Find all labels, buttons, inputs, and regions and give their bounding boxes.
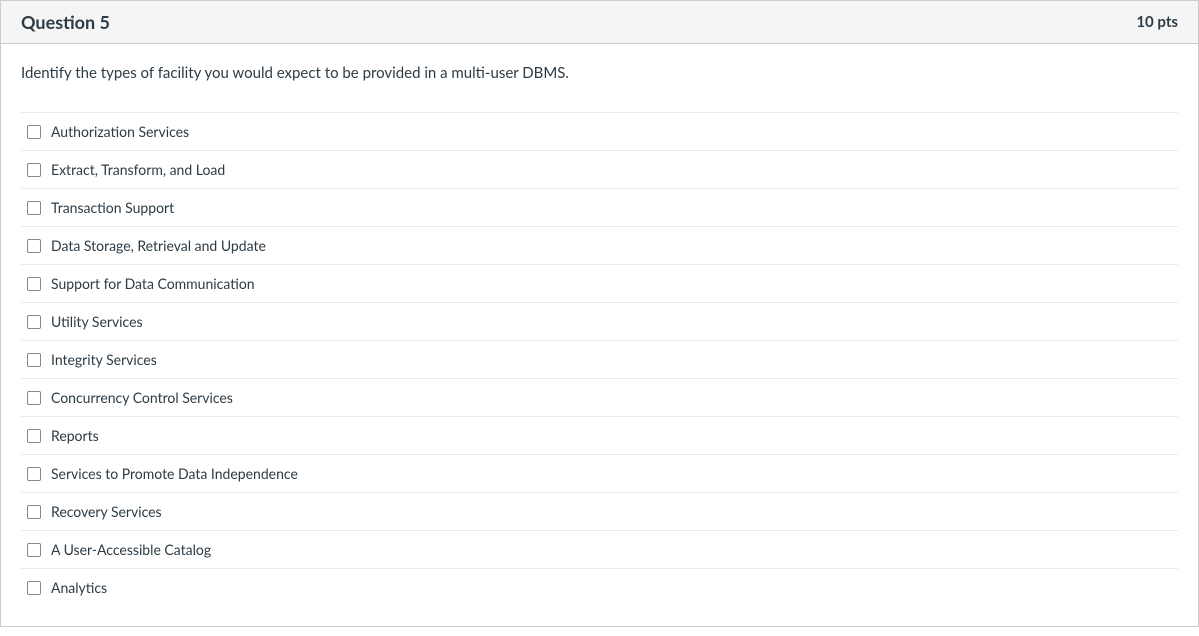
question-body: Identify the types of facility you would… (1, 44, 1198, 626)
answer-item[interactable]: Services to Promote Data Independence (21, 454, 1178, 492)
answer-label[interactable]: A User-Accessible Catalog (51, 541, 211, 558)
answer-item[interactable]: Recovery Services (21, 492, 1178, 530)
answer-checkbox[interactable] (27, 353, 41, 367)
answer-item[interactable]: Data Storage, Retrieval and Update (21, 226, 1178, 264)
answer-checkbox[interactable] (27, 239, 41, 253)
answer-item[interactable]: Transaction Support (21, 188, 1178, 226)
answer-label[interactable]: Reports (51, 427, 99, 444)
answer-item[interactable]: Utility Services (21, 302, 1178, 340)
answer-label[interactable]: Utility Services (51, 313, 143, 330)
answer-label[interactable]: Integrity Services (51, 351, 157, 368)
answer-checkbox[interactable] (27, 201, 41, 215)
answer-label[interactable]: Services to Promote Data Independence (51, 465, 298, 482)
answer-item[interactable]: Reports (21, 416, 1178, 454)
answer-label[interactable]: Authorization Services (51, 123, 189, 140)
answer-item[interactable]: A User-Accessible Catalog (21, 530, 1178, 568)
answer-checkbox[interactable] (27, 277, 41, 291)
answers-list: Authorization Services Extract, Transfor… (21, 112, 1178, 606)
question-header: Question 5 10 pts (1, 1, 1198, 44)
answer-label[interactable]: Data Storage, Retrieval and Update (51, 237, 266, 254)
question-title: Question 5 (21, 11, 110, 33)
answer-checkbox[interactable] (27, 391, 41, 405)
answer-label[interactable]: Extract, Transform, and Load (51, 161, 225, 178)
answer-label[interactable]: Transaction Support (51, 199, 174, 216)
answer-checkbox[interactable] (27, 429, 41, 443)
answer-checkbox[interactable] (27, 315, 41, 329)
answer-label[interactable]: Analytics (51, 579, 107, 596)
question-prompt: Identify the types of facility you would… (21, 64, 1178, 82)
answer-checkbox[interactable] (27, 163, 41, 177)
answer-label[interactable]: Support for Data Communication (51, 275, 255, 292)
answer-checkbox[interactable] (27, 581, 41, 595)
question-container: Question 5 10 pts Identify the types of … (0, 0, 1199, 627)
answer-checkbox[interactable] (27, 543, 41, 557)
answer-item[interactable]: Support for Data Communication (21, 264, 1178, 302)
answer-label[interactable]: Recovery Services (51, 503, 162, 520)
answer-checkbox[interactable] (27, 505, 41, 519)
question-points: 10 pts (1136, 13, 1178, 31)
answer-checkbox[interactable] (27, 467, 41, 481)
answer-checkbox[interactable] (27, 125, 41, 139)
answer-item[interactable]: Authorization Services (21, 112, 1178, 150)
answer-item[interactable]: Extract, Transform, and Load (21, 150, 1178, 188)
answer-label[interactable]: Concurrency Control Services (51, 389, 233, 406)
answer-item[interactable]: Analytics (21, 568, 1178, 606)
answer-item[interactable]: Integrity Services (21, 340, 1178, 378)
answer-item[interactable]: Concurrency Control Services (21, 378, 1178, 416)
